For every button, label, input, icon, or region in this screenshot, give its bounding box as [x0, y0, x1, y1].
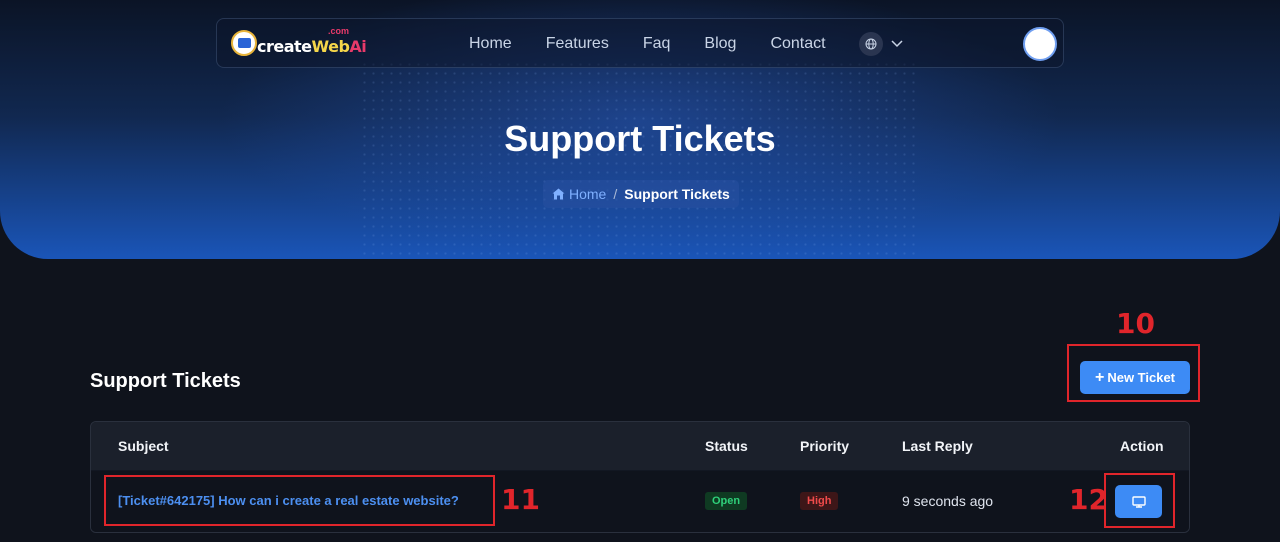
column-subject: Subject — [118, 438, 169, 454]
status-badge: Open — [705, 492, 748, 510]
nav-features[interactable]: Features — [546, 35, 609, 53]
chevron-down-icon — [891, 35, 903, 53]
last-reply-time: 9 seconds ago — [902, 493, 994, 509]
nav-contact[interactable]: Contact — [770, 35, 825, 53]
logo-web: Web — [311, 37, 350, 56]
annotation-box-12 — [1104, 473, 1175, 528]
breadcrumb-separator: / — [613, 186, 618, 202]
nav-links: Home Features Faq Blog Contact — [469, 19, 860, 69]
logo-com: .com — [328, 26, 350, 36]
site-logo[interactable]: createWebAi .com — [231, 26, 367, 59]
breadcrumb: Home / Support Tickets — [543, 180, 739, 208]
priority-badge: High — [800, 492, 839, 510]
nav-faq[interactable]: Faq — [643, 35, 671, 53]
section-title: Support Tickets — [90, 370, 241, 392]
logo-icon — [231, 30, 257, 56]
home-icon — [552, 188, 565, 200]
annotation-number-10: 10 — [1116, 307, 1155, 340]
annotation-box-11 — [104, 475, 495, 526]
language-selector[interactable] — [859, 32, 903, 56]
logo-prefix: create — [257, 37, 312, 56]
column-action: Action — [1120, 438, 1164, 454]
nav-home[interactable]: Home — [469, 35, 512, 53]
hero-banner: createWebAi .com Home Features Faq Blog … — [0, 0, 1280, 259]
logo-text: createWebAi — [257, 37, 367, 56]
table-header: Subject Status Priority Last Reply Actio… — [91, 422, 1189, 470]
user-avatar[interactable] — [1023, 27, 1057, 61]
annotation-number-12: 12 — [1069, 483, 1108, 516]
globe-icon — [859, 32, 883, 56]
logo-ai: Ai — [349, 37, 367, 56]
breadcrumb-current: Support Tickets — [624, 186, 730, 202]
annotation-number-11: 11 — [501, 483, 540, 516]
column-status: Status — [705, 438, 748, 454]
nav-blog[interactable]: Blog — [704, 35, 736, 53]
annotation-box-10 — [1067, 344, 1200, 402]
breadcrumb-home-label: Home — [569, 186, 607, 202]
page-title: Support Tickets — [504, 118, 776, 159]
column-priority: Priority — [800, 438, 850, 454]
column-last-reply: Last Reply — [902, 438, 973, 454]
navbar: createWebAi .com Home Features Faq Blog … — [216, 18, 1064, 68]
breadcrumb-home[interactable]: Home — [552, 186, 606, 202]
